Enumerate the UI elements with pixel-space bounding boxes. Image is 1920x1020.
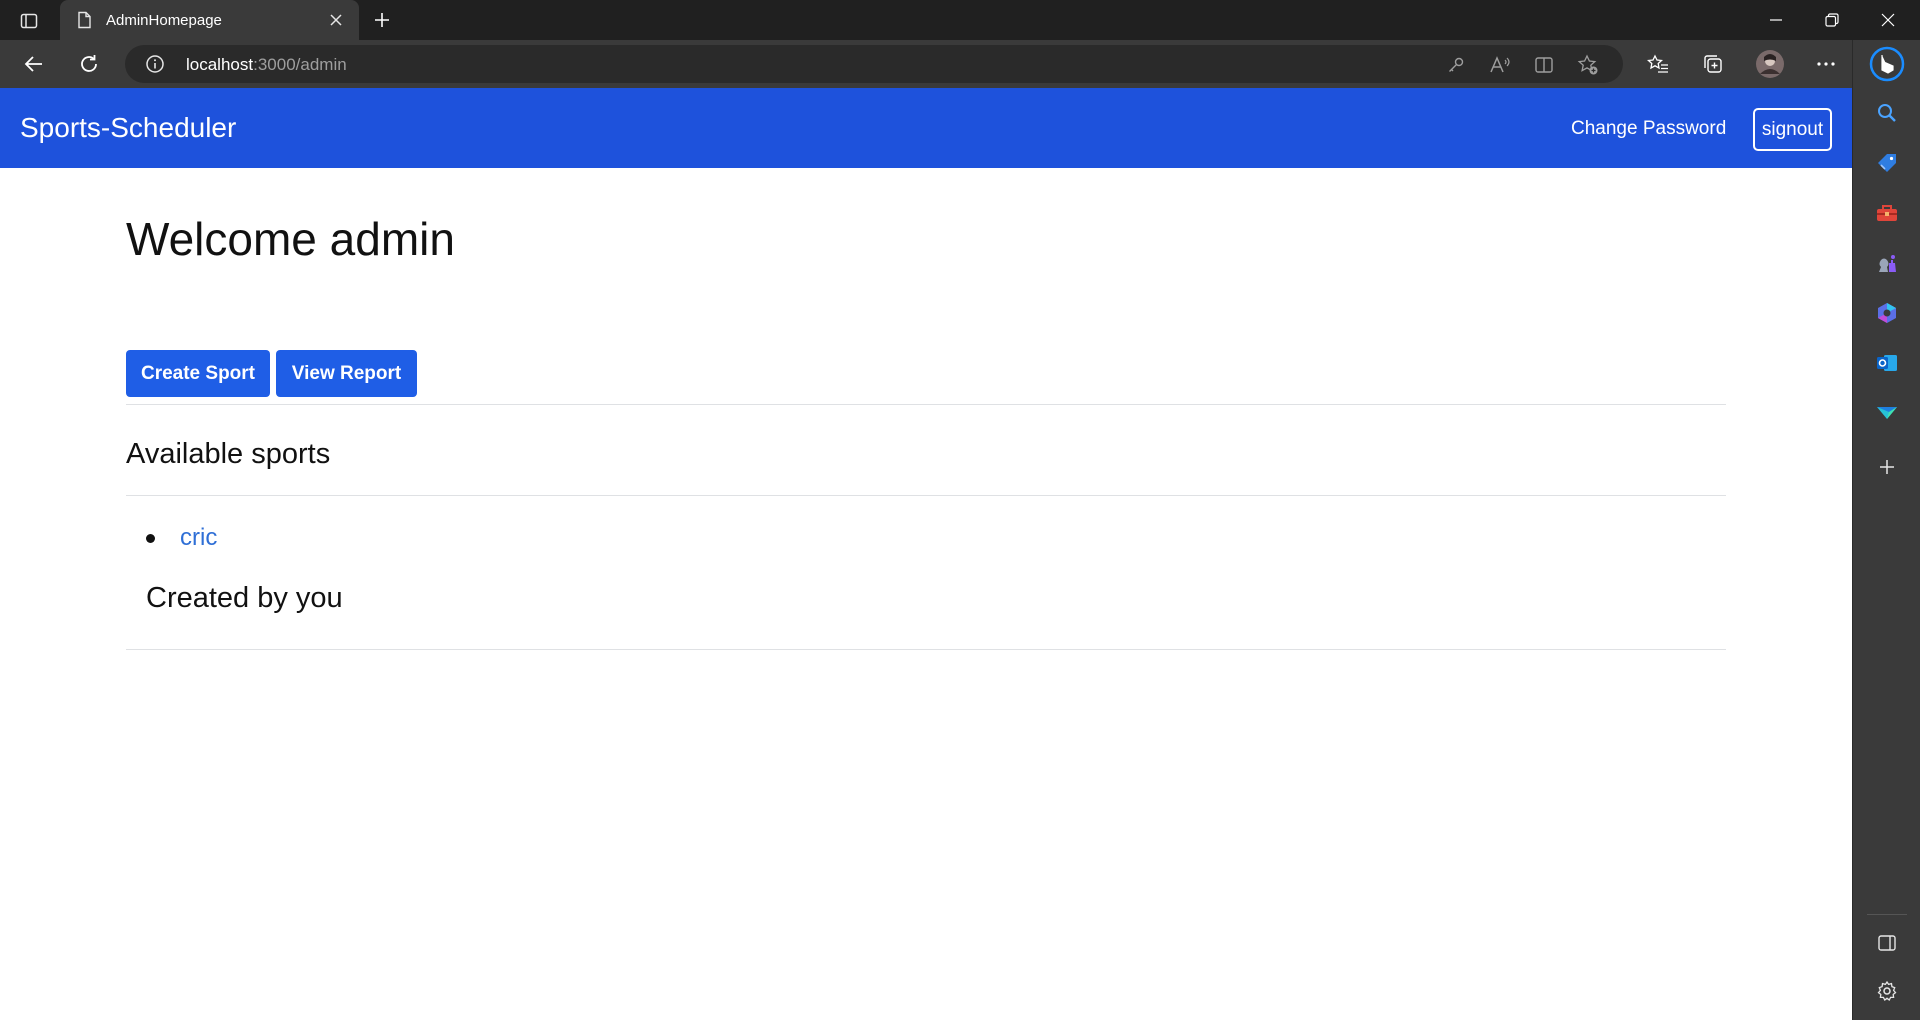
read-aloud-icon[interactable]: [1487, 52, 1513, 78]
more-icon[interactable]: [1808, 48, 1844, 80]
back-arrow-icon[interactable]: [16, 48, 52, 80]
split-screen-icon[interactable]: [1531, 52, 1557, 78]
divider: [126, 495, 1726, 496]
divider: [126, 404, 1726, 405]
games-icon[interactable]: [1872, 248, 1902, 278]
settings-icon[interactable]: [1872, 976, 1902, 1006]
tab-bar: AdminHomepage: [0, 0, 1920, 40]
tab-actions-icon[interactable]: [16, 8, 42, 34]
toolbox-icon[interactable]: [1872, 198, 1902, 228]
page-title: Welcome admin: [126, 213, 455, 265]
bing-icon[interactable]: [1869, 46, 1905, 82]
drop-icon[interactable]: [1872, 398, 1902, 428]
add-icon[interactable]: [1872, 452, 1902, 482]
sport-link[interactable]: cric: [180, 524, 217, 552]
plus-icon[interactable]: [368, 6, 396, 34]
avatar[interactable]: [1752, 48, 1788, 80]
star-add-icon[interactable]: [1575, 52, 1601, 78]
navbar: Sports-Scheduler Change Password signout: [0, 88, 1852, 168]
sidebar-toggle-icon[interactable]: [1872, 928, 1902, 958]
bullet: [146, 533, 155, 543]
shopping-tag-icon[interactable]: [1872, 148, 1902, 178]
restore-icon[interactable]: [1804, 0, 1860, 40]
browser-tab[interactable]: AdminHomepage: [60, 0, 359, 40]
refresh-icon[interactable]: [71, 48, 107, 80]
edge-sidebar: [1852, 40, 1920, 1020]
create-sport-button[interactable]: Create Sport: [126, 350, 270, 397]
brand-title[interactable]: Sports-Scheduler: [20, 112, 236, 144]
url-text[interactable]: localhost:3000/admin: [186, 55, 347, 75]
page-icon: [74, 10, 94, 30]
view-report-button[interactable]: View Report: [276, 350, 417, 397]
list-item: cric: [146, 524, 217, 552]
divider: [1867, 914, 1907, 915]
close-icon[interactable]: [325, 9, 347, 31]
browser-toolbar: localhost:3000/admin: [0, 40, 1920, 88]
divider: [126, 649, 1726, 650]
address-bar[interactable]: localhost:3000/admin: [125, 45, 1623, 83]
created-by-heading: Created by you: [146, 582, 343, 614]
tab-title: AdminHomepage: [106, 11, 222, 29]
search-icon[interactable]: [1872, 98, 1902, 128]
available-sports-heading: Available sports: [126, 438, 331, 470]
collections-icon[interactable]: [1695, 48, 1731, 80]
key-icon[interactable]: [1443, 52, 1469, 78]
microsoft365-icon[interactable]: [1872, 298, 1902, 328]
signout-button[interactable]: signout: [1753, 108, 1832, 151]
outlook-icon[interactable]: [1872, 348, 1902, 378]
favorites-icon[interactable]: [1640, 48, 1676, 80]
page-viewport: Sports-Scheduler Change Password signout…: [0, 88, 1852, 1020]
change-password-link[interactable]: Change Password: [1571, 118, 1726, 140]
info-icon[interactable]: [145, 54, 165, 74]
close-window-icon[interactable]: [1860, 0, 1916, 40]
minimize-icon[interactable]: [1748, 0, 1804, 40]
